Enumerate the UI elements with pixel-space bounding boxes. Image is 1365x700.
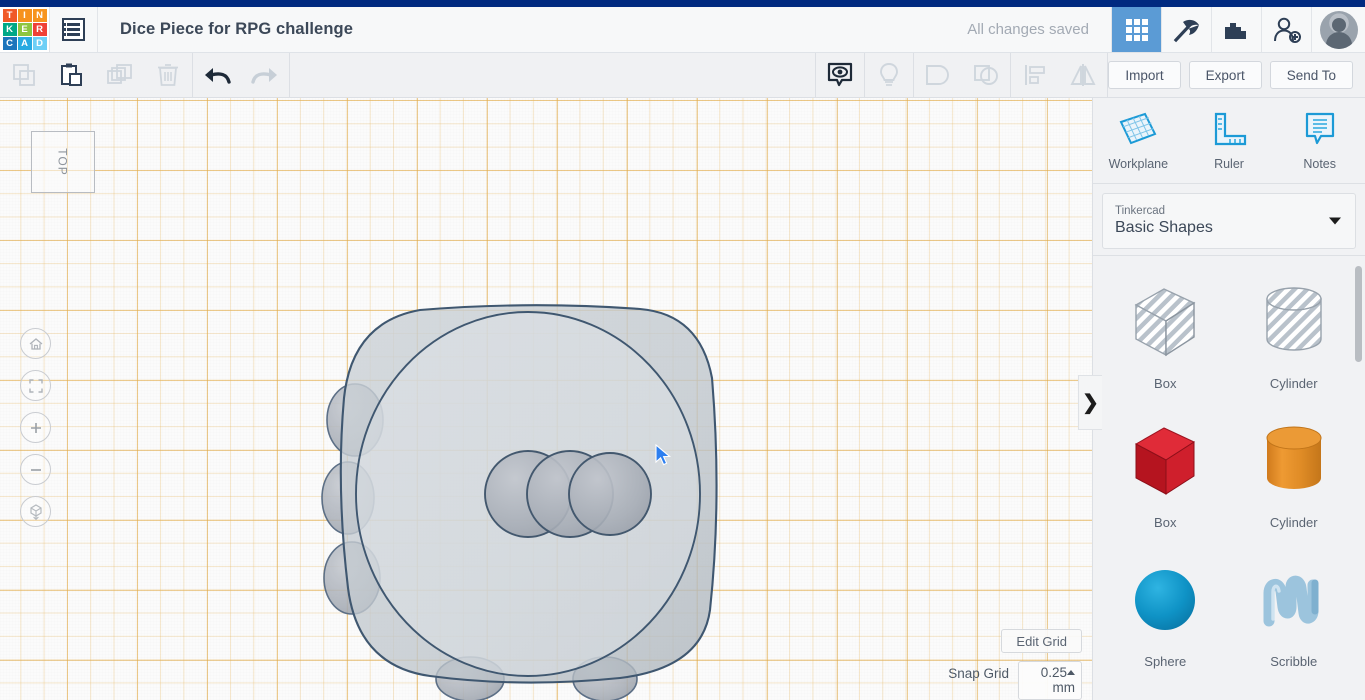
lightbulb-icon[interactable]	[865, 53, 913, 98]
workplane-tool[interactable]: Workplane	[1093, 98, 1184, 183]
send-to-button[interactable]: Send To	[1269, 61, 1353, 89]
document-actions: Import Export Send To	[1108, 61, 1365, 89]
notes-icon	[1305, 112, 1334, 145]
app-header: TIN KER CAD Dice Piece for RPG challenge A…	[0, 7, 1365, 53]
tinkercad-logo[interactable]: TIN KER CAD	[0, 7, 50, 52]
main-toolbar: Import Export Send To	[0, 52, 1365, 98]
add-user-icon[interactable]	[1261, 7, 1311, 52]
show-hide-icon[interactable]	[816, 53, 864, 98]
box-hole-icon	[1115, 274, 1215, 370]
perspective-toggle-icon[interactable]	[20, 496, 51, 527]
zoom-in-icon[interactable]	[20, 412, 51, 443]
zoom-out-icon[interactable]	[20, 454, 51, 485]
cylinder-hole-icon	[1244, 274, 1344, 370]
chevron-right-icon: ❯	[1082, 391, 1099, 414]
shape-item-box-solid[interactable]: Box	[1101, 407, 1230, 536]
logo-tile-k: K	[2, 23, 17, 36]
snap-grid-value: 0.25	[1040, 665, 1067, 680]
dice-model[interactable]	[0, 98, 1092, 700]
toolbar-divider	[289, 52, 290, 98]
shape-item-scribble-solid[interactable]: Scribble	[1230, 546, 1359, 675]
mirror-icon[interactable]	[1059, 53, 1107, 98]
cylinder-solid-icon	[1244, 413, 1344, 509]
redo-icon[interactable]	[241, 53, 289, 98]
blocks-icon[interactable]	[1211, 7, 1261, 52]
shape-label: Cylinder	[1269, 515, 1318, 530]
chevron-up-icon	[1067, 670, 1075, 675]
logo-tile-c: C	[2, 37, 17, 50]
shapes-scrollbar[interactable]	[1355, 266, 1362, 362]
save-status: All changes saved	[967, 21, 1089, 38]
ruler-label: Ruler	[1214, 157, 1244, 171]
library-group-label: Tinkercad	[1115, 205, 1166, 217]
copy-icon[interactable]	[0, 53, 48, 98]
panel-collapse-handle[interactable]: ❯	[1078, 375, 1102, 430]
snap-grid-unit: mm	[1052, 680, 1076, 695]
ruler-tool[interactable]: Ruler	[1184, 98, 1275, 183]
grid-settings: Edit Grid Snap Grid 0.25 mm	[948, 629, 1082, 700]
view-orientation-cube[interactable]: TOP	[31, 131, 95, 193]
notes-tool[interactable]: Notes	[1274, 98, 1365, 183]
undo-icon[interactable]	[193, 53, 241, 98]
header-spacer	[353, 7, 945, 52]
shape-label: Cylinder	[1269, 376, 1318, 391]
duplicate-icon[interactable]	[96, 53, 144, 98]
page-title: Dice Piece for RPG challenge	[120, 20, 353, 38]
view-cube-label: TOP	[55, 148, 70, 176]
export-button[interactable]: Export	[1188, 61, 1262, 89]
3d-viewport[interactable]: TOP Edit Grid Snap Grid 0.25 mm	[0, 98, 1092, 700]
logo-tile-i: I	[17, 9, 32, 22]
tinkercad-app: TIN KER CAD Dice Piece for RPG challenge A…	[0, 0, 1365, 700]
box-solid-icon	[1115, 413, 1215, 509]
ruler-icon	[1214, 112, 1247, 146]
shape-label: Sphere	[1144, 654, 1187, 669]
top-accent-strip	[0, 0, 1365, 7]
snap-grid-select[interactable]: 0.25 mm	[1018, 661, 1082, 700]
right-panel: Workplane Ruler Notes Tinkercad Basic Sh…	[1092, 98, 1365, 700]
pickaxe-icon[interactable]	[1161, 7, 1211, 52]
workplane-icon	[1119, 112, 1157, 145]
edit-grid-button[interactable]: Edit Grid	[1001, 629, 1082, 653]
logo-tile-e: E	[17, 23, 32, 36]
shapes-list[interactable]: Box Cylinder Box Cylinder Sphere Scribbl…	[1093, 255, 1365, 700]
shape-label: Box	[1154, 515, 1177, 530]
grid-view-icon[interactable]	[1111, 7, 1161, 52]
ungroup-icon[interactable]	[962, 53, 1010, 98]
shape-item-cylinder-hole[interactable]: Cylinder	[1230, 268, 1359, 397]
logo-tile-d: D	[32, 37, 47, 50]
avatar[interactable]	[1311, 7, 1365, 52]
chevron-down-icon	[1329, 217, 1341, 225]
shape-label: Scribble	[1270, 654, 1318, 669]
scribble-solid-icon	[1244, 552, 1344, 648]
panel-tool-row: Workplane Ruler Notes	[1093, 98, 1365, 184]
document-list-icon[interactable]	[50, 7, 98, 52]
delete-icon[interactable]	[144, 53, 192, 98]
shape-item-sphere-solid[interactable]: Sphere	[1101, 546, 1230, 675]
shape-library-dropdown[interactable]: Tinkercad Basic Shapes	[1102, 193, 1356, 249]
fit-to-view-icon[interactable]	[20, 370, 51, 401]
home-view-icon[interactable]	[20, 328, 51, 359]
library-selected-value: Basic Shapes	[1115, 219, 1213, 236]
shape-label: Box	[1154, 376, 1177, 391]
mouse-cursor	[655, 443, 673, 473]
logo-tile-a: A	[17, 37, 32, 50]
workplane-label: Workplane	[1108, 157, 1169, 171]
shape-item-cylinder-solid[interactable]: Cylinder	[1230, 407, 1359, 536]
sphere-solid-icon	[1115, 552, 1215, 648]
snap-grid-label: Snap Grid	[948, 666, 1009, 681]
viewport-nav-controls	[20, 328, 51, 538]
snap-grid-row: Snap Grid 0.25 mm	[948, 661, 1082, 700]
shape-item-box-hole[interactable]: Box	[1101, 268, 1230, 397]
align-icon[interactable]	[1011, 53, 1059, 98]
logo-tile-r: R	[32, 23, 47, 36]
group-icon[interactable]	[914, 53, 962, 98]
notes-label: Notes	[1303, 157, 1336, 171]
logo-tile-t: T	[2, 9, 17, 22]
logo-tile-n: N	[32, 9, 47, 22]
import-button[interactable]: Import	[1108, 61, 1181, 89]
paste-icon[interactable]	[48, 53, 96, 98]
